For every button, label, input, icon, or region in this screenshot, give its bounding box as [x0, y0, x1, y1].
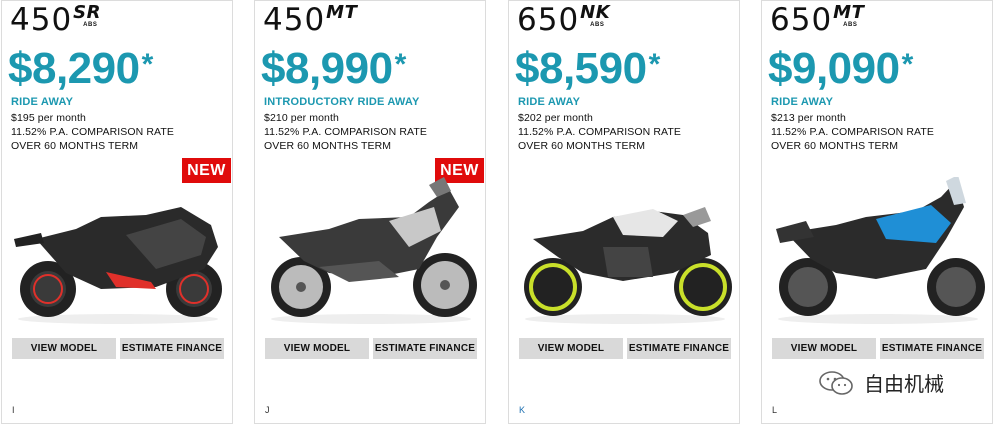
- model-card-650nk: 650 NK ABS $8,590* RIDE AWAY $202 per mo…: [508, 0, 740, 424]
- term: OVER 60 MONTHS TERM: [264, 140, 392, 152]
- term: OVER 60 MONTHS TERM: [518, 140, 646, 152]
- model-suffix: NK: [580, 2, 611, 23]
- view-model-button[interactable]: VIEW MODEL: [519, 338, 623, 359]
- watermark-text: 自由机械: [864, 372, 944, 396]
- motorcycle-image[interactable]: [766, 177, 990, 327]
- price: $8,590*: [515, 44, 660, 93]
- offer-label: RIDE AWAY: [11, 96, 74, 108]
- model-card-450sr: 450 SR ABS $8,290* RIDE AWAY $195 per mo…: [1, 0, 233, 424]
- abs-mark: ABS: [590, 22, 605, 28]
- offer-label: INTRODUCTORY RIDE AWAY: [264, 96, 420, 108]
- motorcycle-image[interactable]: [259, 177, 483, 327]
- model-suffix: MT: [326, 2, 358, 23]
- comparison-rate: 11.52% P.A. COMPARISON RATE: [11, 126, 174, 138]
- term: OVER 60 MONTHS TERM: [771, 140, 899, 152]
- estimate-finance-button[interactable]: ESTIMATE FINANCE: [880, 338, 984, 359]
- card-letter: I: [12, 405, 15, 415]
- per-month: $202 per month: [518, 112, 593, 124]
- model-card-650mt: 650 MT ABS $9,090* RIDE AWAY $213 per mo…: [761, 0, 993, 424]
- wechat-icon: [819, 370, 853, 395]
- abs-mark: ABS: [843, 22, 858, 28]
- card-letter: L: [772, 405, 778, 415]
- card-letter: K: [519, 405, 526, 415]
- offer-label: RIDE AWAY: [771, 96, 834, 108]
- comparison-rate: 11.52% P.A. COMPARISON RATE: [264, 126, 427, 138]
- view-model-button[interactable]: VIEW MODEL: [772, 338, 876, 359]
- comparison-rate: 11.52% P.A. COMPARISON RATE: [518, 126, 681, 138]
- per-month: $195 per month: [11, 112, 86, 124]
- model-name: 650 NK ABS: [517, 2, 611, 38]
- estimate-finance-button[interactable]: ESTIMATE FINANCE: [373, 338, 477, 359]
- wechat-watermark: 自由机械: [818, 368, 944, 397]
- card-letter: J: [265, 405, 270, 415]
- estimate-finance-button[interactable]: ESTIMATE FINANCE: [120, 338, 224, 359]
- model-suffix: MT: [833, 2, 865, 23]
- model-name: 450 MT: [263, 2, 358, 38]
- price: $8,290*: [8, 44, 153, 93]
- motorcycle-image[interactable]: [513, 177, 737, 327]
- price: $9,090*: [768, 44, 913, 93]
- view-model-button[interactable]: VIEW MODEL: [265, 338, 369, 359]
- abs-mark: ABS: [83, 22, 98, 28]
- per-month: $213 per month: [771, 112, 846, 124]
- model-name: 450 SR ABS: [10, 2, 101, 38]
- model-suffix: SR: [73, 2, 101, 23]
- view-model-button[interactable]: VIEW MODEL: [12, 338, 116, 359]
- motorcycle-image[interactable]: [6, 177, 230, 327]
- offer-label: RIDE AWAY: [518, 96, 581, 108]
- term: OVER 60 MONTHS TERM: [11, 140, 139, 152]
- model-card-450mt: 450 MT $8,990* INTRODUCTORY RIDE AWAY $2…: [254, 0, 486, 424]
- price: $8,990*: [261, 44, 406, 93]
- per-month: $210 per month: [264, 112, 339, 124]
- model-name: 650 MT ABS: [770, 2, 865, 38]
- comparison-rate: 11.52% P.A. COMPARISON RATE: [771, 126, 934, 138]
- estimate-finance-button[interactable]: ESTIMATE FINANCE: [627, 338, 731, 359]
